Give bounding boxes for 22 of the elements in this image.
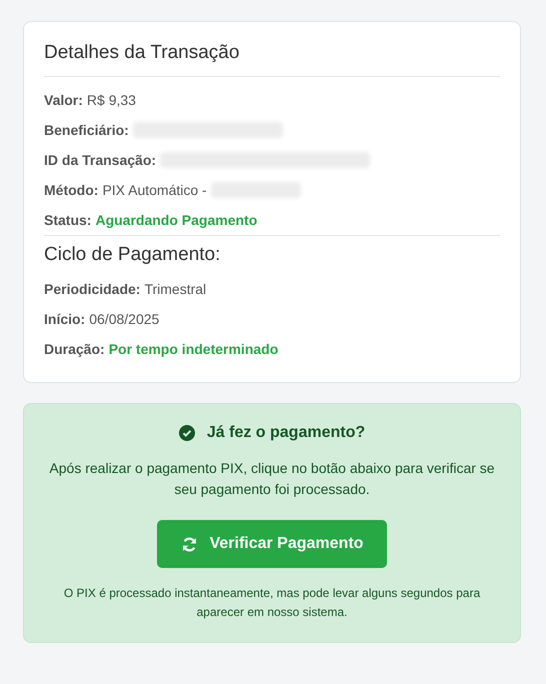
field-label: Beneficiário: [44, 122, 129, 138]
field-value: Aguardando Pagamento [95, 212, 258, 228]
field-label: Duração: [44, 341, 105, 357]
field-value: Por tempo indeterminado [108, 341, 278, 357]
section-title: Detalhes da Transação [44, 42, 240, 64]
panel-title: Já fez o pagamento? [206, 424, 366, 442]
field-label: Início: [44, 311, 86, 327]
field-label: Método: [44, 182, 98, 198]
section-title: Ciclo de Pagamento: [44, 244, 222, 266]
field-label: Periodicidade: [44, 281, 140, 297]
field-value: Trimestral [144, 281, 206, 297]
field-value: R$ 9,33 [86, 92, 136, 108]
instruction-text: Após realizar o pagamento PIX, clique no botão abaixo para verificar se seu pagamento foi processado. [48, 459, 496, 499]
field-label: Valor: [44, 92, 83, 108]
verify-button[interactable]: Verificar Pagamento [157, 520, 387, 568]
refresh-icon [180, 536, 198, 552]
note-text: O PIX é processado instantaneamente, mas pode levar alguns segundos para aparecer em nosso sistema. [62, 585, 482, 621]
field-label: ID da Transação: [44, 152, 156, 168]
field-label: Status: [44, 212, 92, 228]
check-circle-icon [178, 425, 195, 441]
field-value: 06/08/2025 [89, 311, 160, 327]
field-value: PIX Automático - [102, 182, 207, 198]
